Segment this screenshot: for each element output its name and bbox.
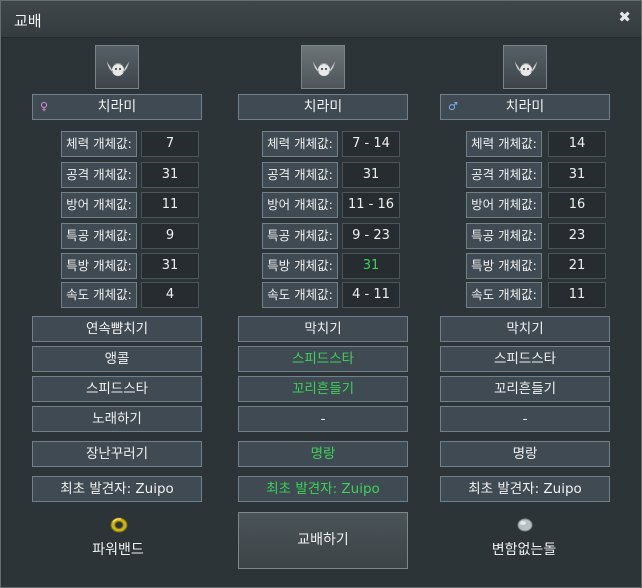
- power-band-icon: [110, 517, 128, 533]
- chiramii-sprite-icon: [514, 61, 538, 76]
- offspring-def-iv-value: 11 - 16: [342, 192, 400, 218]
- right-spdef-iv-value: 21: [548, 253, 606, 279]
- offspring-spe-iv-value: 4 - 11: [342, 282, 400, 308]
- right-def-iv-label: 방어 개체값:: [466, 192, 542, 218]
- right-held-item-label: 변함없는돌: [491, 542, 557, 558]
- left-def-iv-label: 방어 개체값:: [61, 192, 137, 218]
- left-spe-iv-value: 4: [141, 282, 199, 308]
- left-spe-iv-label: 속도 개체값:: [61, 282, 137, 308]
- offspring-hp-iv-value: 7 - 14: [342, 131, 400, 157]
- offspring-pokemon-slot[interactable]: [301, 45, 345, 89]
- offspring-move-3[interactable]: 꼬리흔들기: [238, 376, 408, 402]
- right-move-3[interactable]: 꼬리흔들기: [440, 376, 610, 402]
- right-spe-iv-label: 속도 개체값:: [466, 282, 542, 308]
- breeding-window: 교배 ✖ ♀ 치라미 체력 개체값: 7 공격 개체값: 31 방어 개체값: …: [0, 0, 642, 588]
- left-ability[interactable]: 장난꾸러기: [32, 441, 202, 467]
- right-spe-iv-value: 11: [548, 282, 606, 308]
- right-pokemon-slot[interactable]: [503, 45, 547, 89]
- offspring-ability[interactable]: 명랑: [238, 441, 408, 467]
- male-icon: ♂: [448, 100, 458, 113]
- left-pokemon-name: 치라미: [97, 99, 137, 115]
- left-move-1[interactable]: 연속뺨치기: [32, 316, 202, 342]
- left-pokemon-slot[interactable]: [95, 45, 139, 89]
- right-pokemon-name: 치라미: [505, 99, 545, 115]
- offspring-spdef-iv-label: 특방 개체값:: [262, 253, 338, 279]
- right-hp-iv-value: 14: [548, 131, 606, 157]
- left-move-3[interactable]: 스피드스타: [32, 376, 202, 402]
- left-hp-iv-value: 7: [141, 131, 199, 157]
- title-bar[interactable]: 교배 ✖: [1, 1, 641, 38]
- breed-button[interactable]: 교배하기: [238, 512, 408, 569]
- left-move-4[interactable]: 노래하기: [32, 406, 202, 432]
- offspring-atk-iv-label: 공격 개체값:: [262, 162, 338, 188]
- close-icon[interactable]: ✖: [618, 8, 631, 26]
- window-title: 교배: [14, 12, 42, 30]
- left-atk-iv-value: 31: [141, 162, 199, 188]
- female-icon: ♀: [40, 100, 49, 113]
- right-spatk-iv-value: 23: [548, 223, 606, 249]
- offspring-move-1[interactable]: 막치기: [238, 316, 408, 342]
- offspring-spatk-iv-label: 특공 개체값:: [262, 223, 338, 249]
- left-spdef-iv-label: 특방 개체값:: [61, 253, 137, 279]
- offspring-spe-iv-label: 속도 개체값:: [262, 282, 338, 308]
- right-move-2[interactable]: 스피드스타: [440, 346, 610, 372]
- left-spdef-iv-value: 31: [141, 253, 199, 279]
- everstone-icon: [517, 518, 533, 532]
- offspring-atk-iv-value: 31: [342, 162, 400, 188]
- left-name-bar: ♀ 치라미: [32, 94, 202, 120]
- left-move-2[interactable]: 앵콜: [32, 346, 202, 372]
- right-atk-iv-value: 31: [548, 162, 606, 188]
- left-original-finder[interactable]: 최초 발견자: Zuipo: [32, 476, 202, 502]
- offspring-move-2[interactable]: 스피드스타: [238, 346, 408, 372]
- left-spatk-iv-label: 특공 개체값:: [61, 223, 137, 249]
- offspring-pokemon-name: 치라미: [303, 99, 343, 115]
- chiramii-sprite-icon: [312, 61, 336, 76]
- offspring-name-bar: 치라미: [238, 94, 408, 120]
- left-atk-iv-label: 공격 개체값:: [61, 162, 137, 188]
- offspring-spatk-iv-value: 9 - 23: [342, 223, 400, 249]
- offspring-spdef-iv-value: 31: [342, 253, 400, 279]
- right-spatk-iv-label: 특공 개체값:: [466, 223, 542, 249]
- left-hp-iv-label: 체력 개체값:: [61, 131, 137, 157]
- offspring-move-4[interactable]: -: [238, 406, 408, 432]
- right-hp-iv-label: 체력 개체값:: [466, 131, 542, 157]
- offspring-original-finder[interactable]: 최초 발견자: Zuipo: [238, 476, 408, 502]
- right-def-iv-value: 16: [548, 192, 606, 218]
- left-def-iv-value: 11: [141, 192, 199, 218]
- right-original-finder[interactable]: 최초 발견자: Zuipo: [440, 476, 610, 502]
- offspring-def-iv-label: 방어 개체값:: [262, 192, 338, 218]
- right-ability[interactable]: 명랑: [440, 441, 610, 467]
- right-atk-iv-label: 공격 개체값:: [466, 162, 542, 188]
- offspring-hp-iv-label: 체력 개체값:: [262, 131, 338, 157]
- chiramii-sprite-icon: [106, 61, 130, 76]
- right-move-4[interactable]: -: [440, 406, 610, 432]
- right-move-1[interactable]: 막치기: [440, 316, 610, 342]
- left-held-item-label: 파워밴드: [92, 542, 144, 558]
- left-spatk-iv-value: 9: [141, 223, 199, 249]
- right-spdef-iv-label: 특방 개체값:: [466, 253, 542, 279]
- right-name-bar: ♂ 치라미: [440, 94, 610, 120]
